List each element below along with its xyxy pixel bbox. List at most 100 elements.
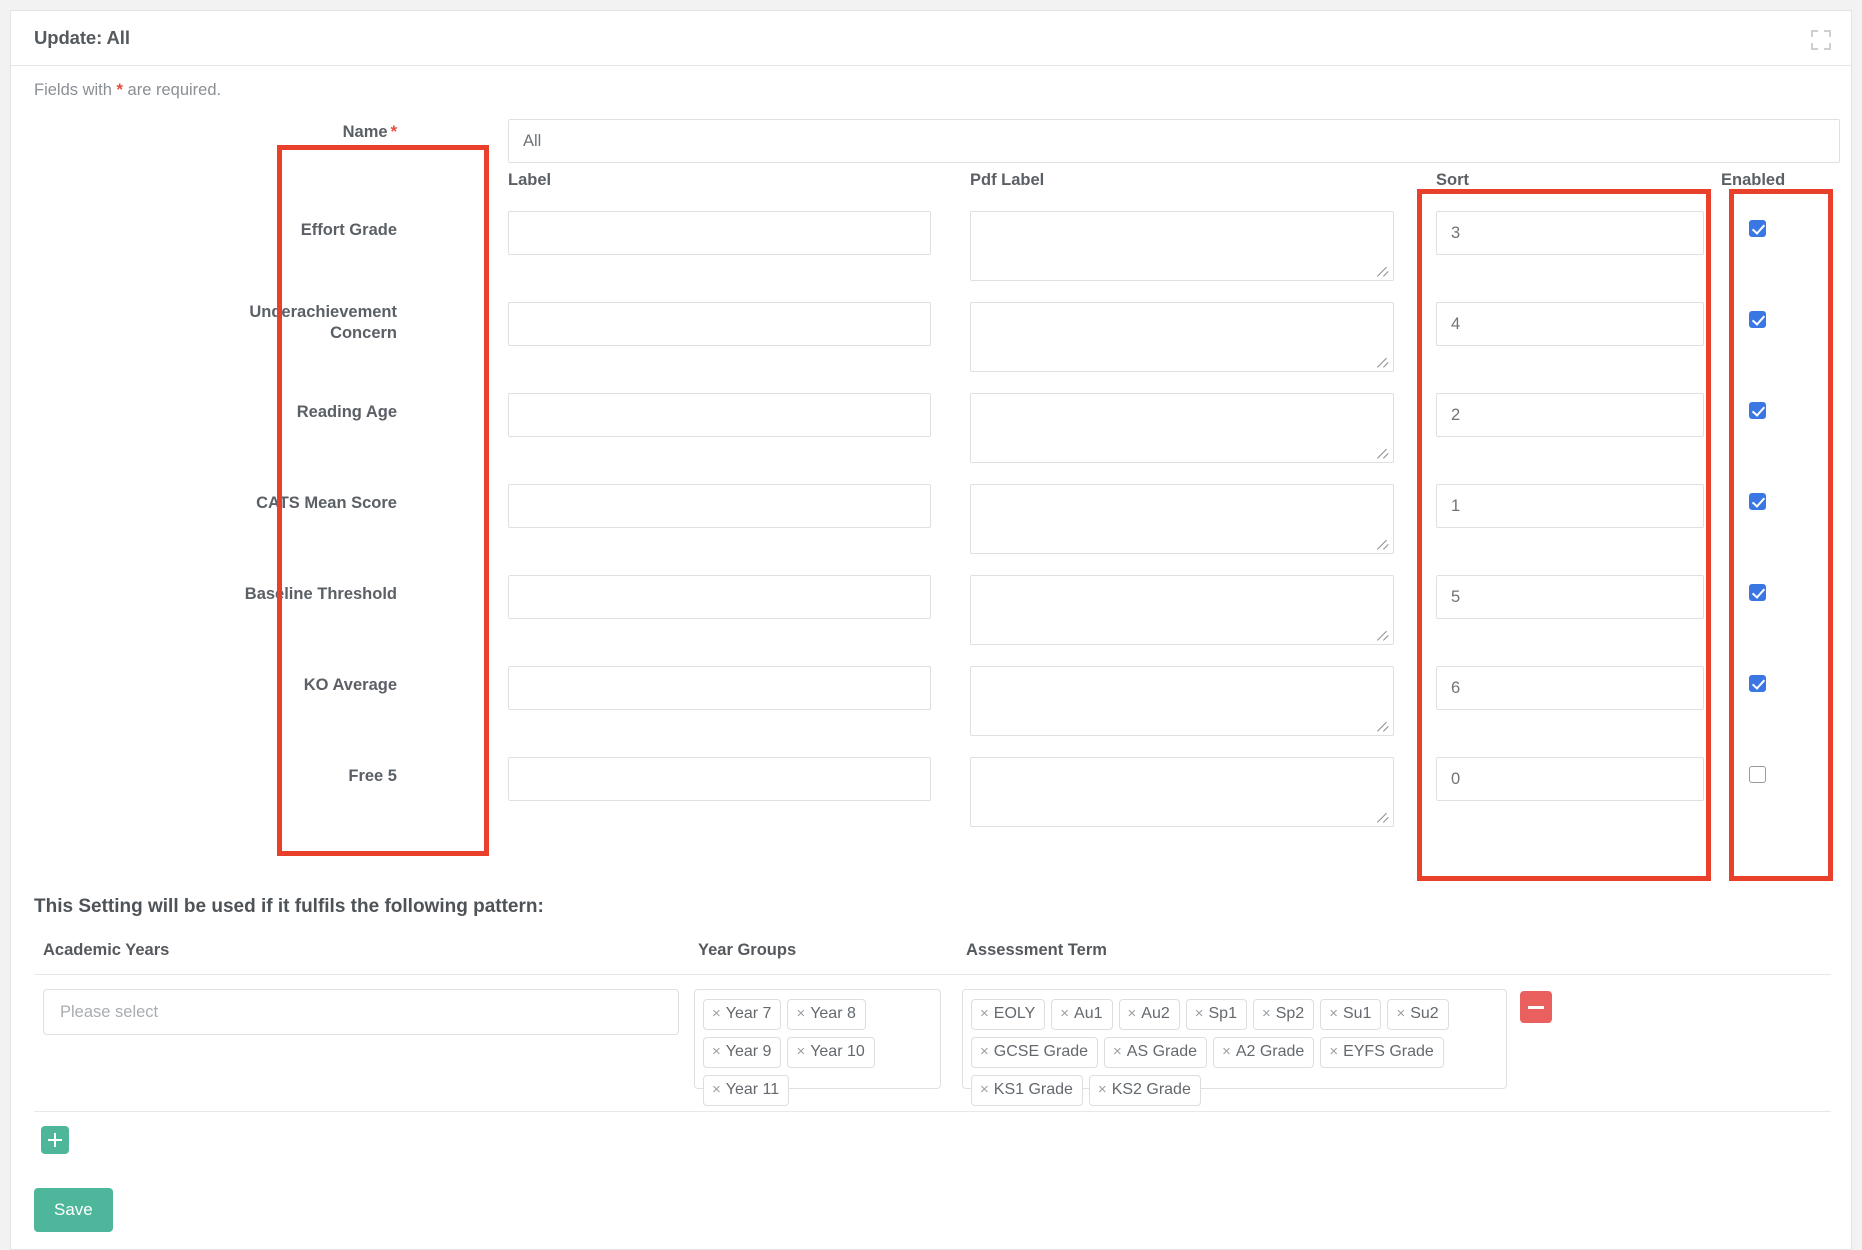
tag-label: Year 8	[810, 1005, 856, 1022]
assessment-term-tag-box-item[interactable]: × EOLY	[971, 999, 1046, 1030]
assessment-term-tag-box-item[interactable]: × Sp2	[1252, 999, 1315, 1030]
year-groups-tag-box-item[interactable]: × Year 10	[787, 1037, 875, 1068]
highlight-box-enabled	[1729, 189, 1833, 881]
assessment-term-tag-box-item[interactable]: × Su1	[1320, 999, 1382, 1030]
add-pattern-row-button[interactable]	[41, 1126, 69, 1154]
sort-input-1[interactable]	[1436, 302, 1704, 346]
academic-years-select[interactable]: Please select	[43, 989, 679, 1035]
row-label-6: Free 5	[348, 767, 397, 785]
label-input-6[interactable]	[508, 757, 931, 801]
sort-input-2[interactable]	[1436, 393, 1704, 437]
assessment-term-tag-box[interactable]: × EOLY × Au1 × Au2 × Sp1 × Sp2 × Su1 × Su2× GCSE Grade…	[962, 989, 1507, 1106]
assessment-term-tag-box-item[interactable]: × KS2 Grade	[1088, 1075, 1201, 1106]
tag-label: Su2	[1410, 1005, 1439, 1022]
tag-remove-icon[interactable]: ×	[1060, 1005, 1069, 1022]
pdf-label-textarea-2[interactable]	[970, 393, 1394, 463]
tag-remove-icon[interactable]: ×	[1329, 1005, 1338, 1022]
pdf-label-textarea-3[interactable]	[970, 484, 1394, 554]
year-groups-tag-box-item[interactable]: × Year 11	[703, 1075, 790, 1106]
name-label-text: Name	[342, 123, 388, 141]
enabled-checkbox-6[interactable]	[1749, 766, 1766, 783]
tag-label: GCSE Grade	[993, 1043, 1089, 1060]
tag-label: AS Grade	[1126, 1043, 1198, 1060]
sort-input-3[interactable]	[1436, 484, 1704, 528]
label-input-0[interactable]	[508, 211, 931, 255]
label-input-1[interactable]	[508, 302, 931, 346]
tag-label: A2 Grade	[1235, 1043, 1305, 1060]
pdf-label-textarea-0[interactable]	[970, 211, 1394, 281]
tag-remove-icon[interactable]: ×	[1262, 1005, 1271, 1022]
assessment-term-tag-box-item[interactable]: × EYFS Grade	[1320, 1037, 1444, 1068]
year-groups-tag-box-item[interactable]: × Year 7	[703, 999, 782, 1030]
tag-remove-icon[interactable]: ×	[1098, 1081, 1107, 1098]
enabled-checkbox-5[interactable]	[1749, 675, 1766, 692]
save-button[interactable]: Save	[34, 1188, 113, 1232]
pdf-label-textarea-6[interactable]	[970, 757, 1394, 827]
tag-label: EOLY	[993, 1005, 1036, 1022]
pattern-divider-top	[34, 974, 1831, 975]
assessment-term-tag-box-item[interactable]: × Au2	[1118, 999, 1180, 1030]
pdf-label-textarea-1[interactable]	[970, 302, 1394, 372]
tag-label: Year 10	[810, 1043, 865, 1060]
tag-remove-icon[interactable]: ×	[1329, 1043, 1338, 1060]
label-input-4[interactable]	[508, 575, 931, 619]
tag-remove-icon[interactable]: ×	[712, 1005, 721, 1022]
assessment-term-tag-box-item[interactable]: × Su2	[1387, 999, 1449, 1030]
row-label-0: Effort Grade	[300, 221, 397, 239]
row-label-5: KO Average	[303, 676, 397, 694]
sort-input-4[interactable]	[1436, 575, 1704, 619]
tag-remove-icon[interactable]: ×	[1113, 1043, 1122, 1060]
assessment-term-tag-box-item[interactable]: × A2 Grade	[1213, 1037, 1315, 1068]
tag-remove-icon[interactable]: ×	[712, 1043, 721, 1060]
screenshot-root: Update: All Fields with * are required. …	[0, 0, 1862, 1250]
tag-remove-icon[interactable]: ×	[1195, 1005, 1204, 1022]
tag-remove-icon[interactable]: ×	[712, 1081, 721, 1098]
tag-remove-icon[interactable]: ×	[980, 1005, 989, 1022]
enabled-checkbox-1[interactable]	[1749, 311, 1766, 328]
update-panel: Update: All Fields with * are required. …	[10, 10, 1852, 1250]
name-field-label: Name *	[241, 122, 397, 143]
pdf-label-textarea-5[interactable]	[970, 666, 1394, 736]
assessment-term-tag-box-item[interactable]: × KS1 Grade	[971, 1075, 1083, 1106]
tag-label: Su1	[1342, 1005, 1372, 1022]
year-groups-tag-box[interactable]: × Year 7 × Year 8× Year 9 × Year 10× Year 11	[694, 989, 941, 1106]
name-input[interactable]	[508, 119, 1840, 163]
tag-remove-icon[interactable]: ×	[796, 1005, 805, 1022]
tag-remove-icon[interactable]: ×	[980, 1043, 989, 1060]
tag-remove-icon[interactable]: ×	[1396, 1005, 1405, 1022]
pattern-divider-bottom	[34, 1111, 1831, 1112]
assessment-term-tag-box-item[interactable]: × GCSE Grade	[971, 1037, 1099, 1068]
assessment-term-tag-box-item[interactable]: × AS Grade	[1104, 1037, 1208, 1068]
row-label-3: CATS Mean Score	[256, 494, 397, 512]
assessment-term-tag-box-item[interactable]: × Au1	[1051, 999, 1113, 1030]
tag-remove-icon[interactable]: ×	[1222, 1043, 1231, 1060]
pdf-label-textarea-4[interactable]	[970, 575, 1394, 645]
sort-input-6[interactable]	[1436, 757, 1704, 801]
label-input-3[interactable]	[508, 484, 931, 528]
row-label-1: Underachievement Concern	[249, 303, 397, 343]
label-input-2[interactable]	[508, 393, 931, 437]
tag-remove-icon[interactable]: ×	[1128, 1005, 1137, 1022]
enabled-checkbox-4[interactable]	[1749, 584, 1766, 601]
remove-pattern-row-button[interactable]	[1520, 991, 1552, 1023]
label-input-5[interactable]	[508, 666, 931, 710]
row-label-2: Reading Age	[296, 403, 397, 421]
enabled-checkbox-3[interactable]	[1749, 493, 1766, 510]
enabled-checkbox-0[interactable]	[1749, 220, 1766, 237]
tag-remove-icon[interactable]: ×	[796, 1043, 805, 1060]
column-header-pdf-label: Pdf Label	[970, 171, 1045, 189]
year-groups-tag-box-item[interactable]: × Year 9	[703, 1037, 782, 1068]
assessment-term-tag-box-item[interactable]: × Sp1	[1185, 999, 1247, 1030]
sort-input-0[interactable]	[1436, 211, 1704, 255]
row-label-4: Baseline Threshold	[244, 585, 397, 603]
year-groups-tag-box-item[interactable]: × Year 8	[787, 999, 866, 1030]
tag-label: Year 7	[725, 1005, 772, 1022]
column-header-sort: Sort	[1436, 171, 1469, 189]
tag-label: Year 9	[725, 1043, 772, 1060]
required-asterisk: *	[390, 123, 397, 141]
tag-label: Sp2	[1275, 1005, 1305, 1022]
tag-label: EYFS Grade	[1343, 1043, 1434, 1060]
sort-input-5[interactable]	[1436, 666, 1704, 710]
tag-remove-icon[interactable]: ×	[980, 1081, 989, 1098]
enabled-checkbox-2[interactable]	[1749, 402, 1766, 419]
